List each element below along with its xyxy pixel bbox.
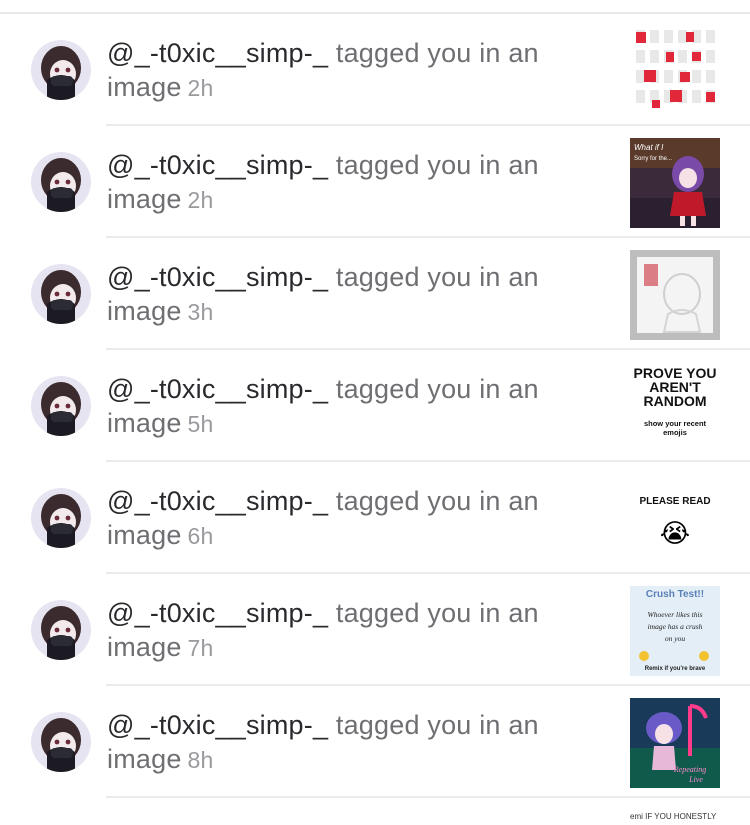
thumb-caption: on you	[665, 634, 685, 643]
object-text: image	[107, 744, 182, 774]
image-thumbnail[interactable]	[630, 250, 720, 340]
partial-image-thumbnail[interactable]: emi IF YOU HONESTLY	[630, 808, 720, 825]
thumb-caption: RANDOM	[644, 393, 707, 409]
username[interactable]: @_-t0xic__simp-_	[107, 262, 328, 292]
thumb-caption: What if I	[634, 143, 664, 152]
notification-row[interactable]: @_-t0xic__simp-_ tagged you in an image 8…	[0, 686, 750, 798]
avatar[interactable]	[31, 712, 91, 772]
notification-text: @_-t0xic__simp-_ tagged you in an image 8…	[107, 708, 587, 777]
thumb-caption: Sorry for the...	[634, 156, 672, 162]
avatar[interactable]	[31, 600, 91, 660]
image-thumbnail[interactable]: PROVE YOU AREN'T RANDOM show your recent…	[630, 362, 720, 452]
notification-text: @_-t0xic__simp-_ tagged you in an image 6…	[107, 484, 587, 553]
timestamp: 3h	[187, 299, 214, 325]
thumb-caption: image has a crush	[648, 622, 703, 631]
object-text: image	[107, 520, 182, 550]
object-text: image	[107, 184, 182, 214]
notification-row[interactable]: @_-t0xic__simp-_ tagged you in an image 6…	[0, 462, 750, 574]
timestamp: 5h	[187, 411, 214, 437]
timestamp: 6h	[187, 523, 214, 549]
avatar[interactable]	[31, 40, 91, 100]
notification-text: @_-t0xic__simp-_ tagged you in an image 2…	[107, 148, 587, 217]
notification-row[interactable]: @_-t0xic__simp-_ tagged you in an image 5…	[0, 350, 750, 462]
thumb-caption: emojis	[663, 428, 687, 437]
timestamp: 8h	[187, 747, 214, 773]
thumb-caption: Crush Test!!	[646, 589, 704, 600]
action-text: tagged you in an	[335, 374, 539, 404]
username[interactable]: @_-t0xic__simp-_	[107, 486, 328, 516]
thumb-caption: PLEASE READ	[639, 496, 710, 507]
image-thumbnail[interactable]: Repeating Live	[630, 698, 720, 788]
object-text: image	[107, 296, 182, 326]
action-text: tagged you in an	[335, 262, 539, 292]
object-text: image	[107, 632, 182, 662]
crying-emoji-icon: 😭	[660, 519, 690, 549]
image-thumbnail[interactable]: PLEASE READ 😭	[630, 474, 720, 564]
thumb-caption: show your recent	[644, 419, 707, 428]
object-text: image	[107, 72, 182, 102]
avatar[interactable]	[31, 264, 91, 324]
notification-row[interactable]: @_-t0xic__simp-_ tagged you in an image 7…	[0, 574, 750, 686]
thumb-caption: Repeating	[673, 765, 706, 774]
timestamp: 2h	[187, 75, 214, 101]
notification-row[interactable]: @_-t0xic__simp-_ tagged you in an image 2…	[0, 126, 750, 238]
thumb-caption: Live	[688, 775, 703, 784]
thumb-caption: Whoever likes this	[648, 610, 703, 619]
action-text: tagged you in an	[335, 710, 539, 740]
username[interactable]: @_-t0xic__simp-_	[107, 374, 328, 404]
image-thumbnail[interactable]: Crush Test!! Whoever likes this image ha…	[630, 586, 720, 676]
avatar[interactable]	[31, 152, 91, 212]
avatar[interactable]	[31, 376, 91, 436]
timestamp: 2h	[187, 187, 214, 213]
partial-thumb-caption: emi IF YOU HONESTLY	[630, 812, 717, 821]
notification-row[interactable]: @_-t0xic__simp-_ tagged you in an image 2…	[0, 14, 750, 126]
object-text: image	[107, 408, 182, 438]
username[interactable]: @_-t0xic__simp-_	[107, 150, 328, 180]
action-text: tagged you in an	[335, 598, 539, 628]
avatar[interactable]	[31, 488, 91, 548]
image-thumbnail[interactable]	[630, 26, 720, 116]
notification-text: @_-t0xic__simp-_ tagged you in an image 5…	[107, 372, 587, 441]
notification-row[interactable]: @_-t0xic__simp-_ tagged you in an image 3…	[0, 238, 750, 350]
username[interactable]: @_-t0xic__simp-_	[107, 38, 328, 68]
thumb-caption: Remix if you're brave	[645, 666, 706, 672]
notification-text: @_-t0xic__simp-_ tagged you in an image 7…	[107, 596, 587, 665]
notification-list: @_-t0xic__simp-_ tagged you in an image 2…	[0, 14, 750, 798]
notification-text: @_-t0xic__simp-_ tagged you in an image 3…	[107, 260, 587, 329]
notification-text: @_-t0xic__simp-_ tagged you in an image 2…	[107, 36, 587, 105]
image-thumbnail[interactable]: What if I Sorry for the...	[630, 138, 720, 228]
username[interactable]: @_-t0xic__simp-_	[107, 598, 328, 628]
action-text: tagged you in an	[335, 486, 539, 516]
timestamp: 7h	[187, 635, 214, 661]
action-text: tagged you in an	[335, 150, 539, 180]
action-text: tagged you in an	[335, 38, 539, 68]
username[interactable]: @_-t0xic__simp-_	[107, 710, 328, 740]
